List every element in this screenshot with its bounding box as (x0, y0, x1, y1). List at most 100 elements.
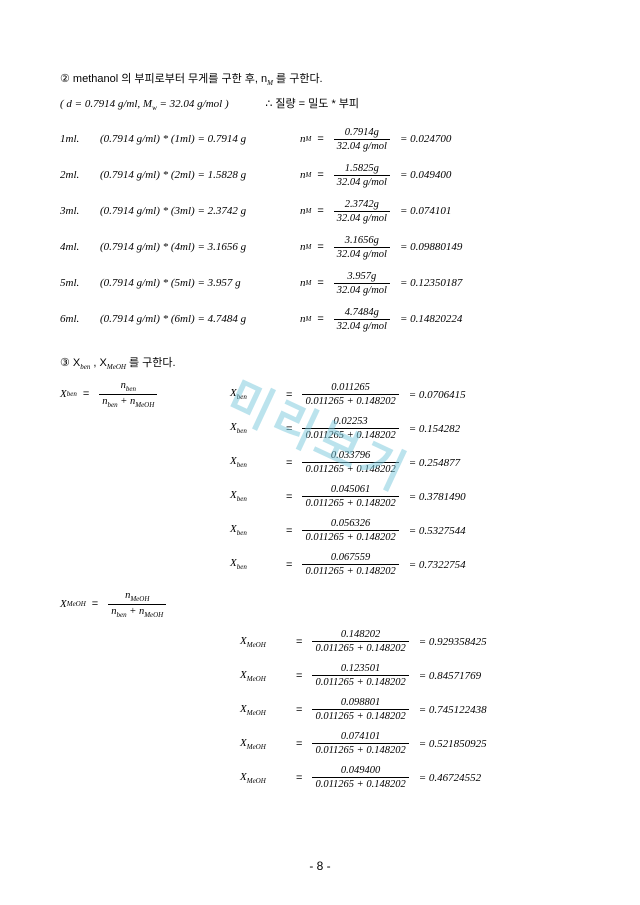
xben-label: Xben (230, 489, 280, 503)
xben-frac: 0.022530.011265 + 0.148202 (302, 416, 398, 441)
xben-num: 0.045061 (328, 484, 373, 495)
xben-row: Xben=0.0337960.011265 + 0.148202 = 0.254… (230, 448, 580, 478)
xben-frac: 0.011265 0.011265 + 0.148202 (302, 382, 398, 407)
xmeoh-num: 0.049400 (338, 765, 383, 776)
xmeoh-num: 0.148202 (338, 629, 383, 640)
section2-title: ② methanol 의 부피로부터 무게를 구한 후, nM 를 구한다. (60, 70, 580, 87)
xben-num: 0.011265 (328, 382, 373, 393)
vol-label: 1ml. (60, 133, 100, 145)
section3-title: ③ Xben , XMeOH 를 구한다. (60, 354, 580, 371)
xmeoh-eq: = (296, 772, 302, 784)
n-frac: 2.3742g32.04 g/mol (334, 199, 390, 224)
frac-num: 4.7484g (342, 307, 382, 318)
s2-title-a: ② methanol 의 부피로부터 무게를 구한 후, n (60, 73, 267, 85)
mass-expr: (0.7914 g/ml) * (4ml) = 3.1656 g (100, 241, 300, 253)
def2-d1s: ben (116, 611, 126, 619)
frac-num: 3.1656g (342, 235, 382, 246)
xmeoh-frac: 0.148202 0.011265 + 0.148202 (312, 629, 408, 654)
frac-den: 32.04 g/mol (334, 213, 390, 224)
xmeoh-eq: = (296, 636, 302, 648)
s3t-s2: MeOH (107, 364, 126, 372)
n-expr: nM=0.7914g32.04 g/mol = 0.024700 (300, 127, 451, 152)
n-sub: M (306, 135, 312, 143)
xben-num: 0.02253 (331, 416, 371, 427)
def1-frac: nben nben + nMeOH (99, 380, 157, 409)
xmeoh-num: 0.123501 (338, 663, 383, 674)
xben-den: 0.011265 + 0.148202 (302, 396, 398, 407)
xben-den: 0.011265 + 0.148202 (302, 566, 398, 577)
xmeoh-row: XMeOH=0.0494000.011265 + 0.148202 = 0.46… (240, 763, 580, 793)
xben-den: 0.011265 + 0.148202 (302, 532, 398, 543)
mass-row: 3ml.(0.7914 g/ml) * (3ml) = 2.3742 gnM=2… (60, 198, 580, 224)
xben-row: Xben=0.0675590.011265 + 0.148202 = 0.732… (230, 550, 580, 580)
mass-expr: (0.7914 g/ml) * (5ml) = 3.957 g (100, 277, 300, 289)
n-expr: nM=4.7484g32.04 g/mol = 0.14820224 (300, 307, 462, 332)
n-result: = 0.09880149 (400, 241, 462, 253)
n-frac: 3.957g32.04 g/mol (334, 271, 390, 296)
mass-row: 5ml.(0.7914 g/ml) * (5ml) = 3.957 gnM=3.… (60, 270, 580, 296)
xmeoh-den: 0.011265 + 0.148202 (312, 643, 408, 654)
n-eq: = (317, 277, 323, 289)
def1-eq: = (83, 388, 89, 400)
mass-expr: (0.7914 g/ml) * (2ml) = 1.5828 g (100, 169, 300, 181)
xmeoh-eq: = (296, 704, 302, 716)
mass-row: 1ml.(0.7914 g/ml) * (1ml) = 0.7914 gnM=0… (60, 126, 580, 152)
n-eq: = (317, 241, 323, 253)
xben-den: 0.011265 + 0.148202 (302, 464, 398, 475)
vol-label: 6ml. (60, 313, 100, 325)
xmeoh-calcs: XMeOH=0.1482020.011265 + 0.148202 = 0.92… (240, 627, 580, 793)
s3t-t: 를 구한다. (126, 357, 176, 369)
n-sub: M (306, 207, 312, 215)
n-expr: nM=2.3742g32.04 g/mol = 0.074101 (300, 199, 451, 224)
xben-res: = 0.5327544 (409, 525, 466, 537)
frac-num: 0.7914g (342, 127, 382, 138)
n-frac: 4.7484g 32.04 g/mol (334, 307, 390, 332)
xmeoh-eq: = (296, 738, 302, 750)
xmeoh-row: XMeOH=0.0988010.011265 + 0.148202 = 0.74… (240, 695, 580, 725)
xmeoh-res: = 0.745122438 (419, 704, 487, 716)
xmeoh-num: 0.074101 (338, 731, 383, 742)
xben-row: Xben=0.0450610.011265 + 0.148202 = 0.378… (230, 482, 580, 512)
xben-label: Xben (230, 523, 280, 537)
n-result: = 0.074101 (400, 205, 451, 217)
xmeoh-row: XMeOH=0.1482020.011265 + 0.148202 = 0.92… (240, 627, 580, 657)
def1-d1s: ben (108, 401, 118, 409)
xmeoh-res: = 0.84571769 (419, 670, 481, 682)
xben-eq: = (286, 559, 292, 571)
xmeoh-row: XMeOH=0.1235010.011265 + 0.148202 = 0.84… (240, 661, 580, 691)
xmeoh-frac: 0.123501 0.011265 + 0.148202 (312, 663, 408, 688)
xmeoh-den: 0.011265 + 0.148202 (312, 677, 408, 688)
n-expr: nM=3.957g32.04 g/mol = 0.12350187 (300, 271, 462, 296)
frac-num: 1.5825g (342, 163, 382, 174)
section2-table: 1ml.(0.7914 g/ml) * (1ml) = 0.7914 gnM=0… (60, 126, 580, 332)
xben-eq: = (286, 423, 292, 435)
xben-res: = 0.0706415 (409, 389, 466, 401)
def1-l: X (60, 388, 67, 400)
xben-row: Xben=0.022530.011265 + 0.148202 = 0.1542… (230, 414, 580, 444)
page: 미리보기 ② methanol 의 부피로부터 무게를 구한 후, nM 를 구… (0, 0, 640, 905)
def1-d2s: MeOH (135, 401, 154, 409)
def2-nums: MeOH (130, 595, 149, 603)
frac-den: 32.04 g/mol (334, 285, 390, 296)
xmeoh-label: XMeOH (240, 771, 290, 785)
xmeoh-den: 0.011265 + 0.148202 (312, 711, 408, 722)
xben-num: 0.033796 (328, 450, 373, 461)
mass-expr: (0.7914 g/ml) * (6ml) = 4.7484 g (100, 313, 300, 325)
def1-ls: ben (67, 390, 77, 398)
n-result: = 0.024700 (400, 133, 451, 145)
params-mid: = 32.04 g/mol ) (157, 98, 229, 110)
xben-res: = 0.254877 (409, 457, 460, 469)
xben-eq: = (286, 491, 292, 503)
xben-res: = 0.7322754 (409, 559, 466, 571)
xmeoh-row: XMeOH=0.0741010.011265 + 0.148202 = 0.52… (240, 729, 580, 759)
xben-label: Xben (230, 421, 280, 435)
xmeoh-label: XMeOH (240, 737, 290, 751)
frac-den: 32.04 g/mol (334, 321, 390, 332)
params-right: ∴ 질량 = 밀도 * 부피 (265, 98, 359, 110)
def2-ls: MeOH (67, 600, 86, 608)
xben-frac: 0.0563260.011265 + 0.148202 (302, 518, 398, 543)
n-expr: nM=1.5825g32.04 g/mol = 0.049400 (300, 163, 451, 188)
n-sub: M (306, 279, 312, 287)
xmeoh-num: 0.098801 (338, 697, 383, 708)
def2-frac: nMeOH nben + nMeOH (108, 590, 166, 619)
